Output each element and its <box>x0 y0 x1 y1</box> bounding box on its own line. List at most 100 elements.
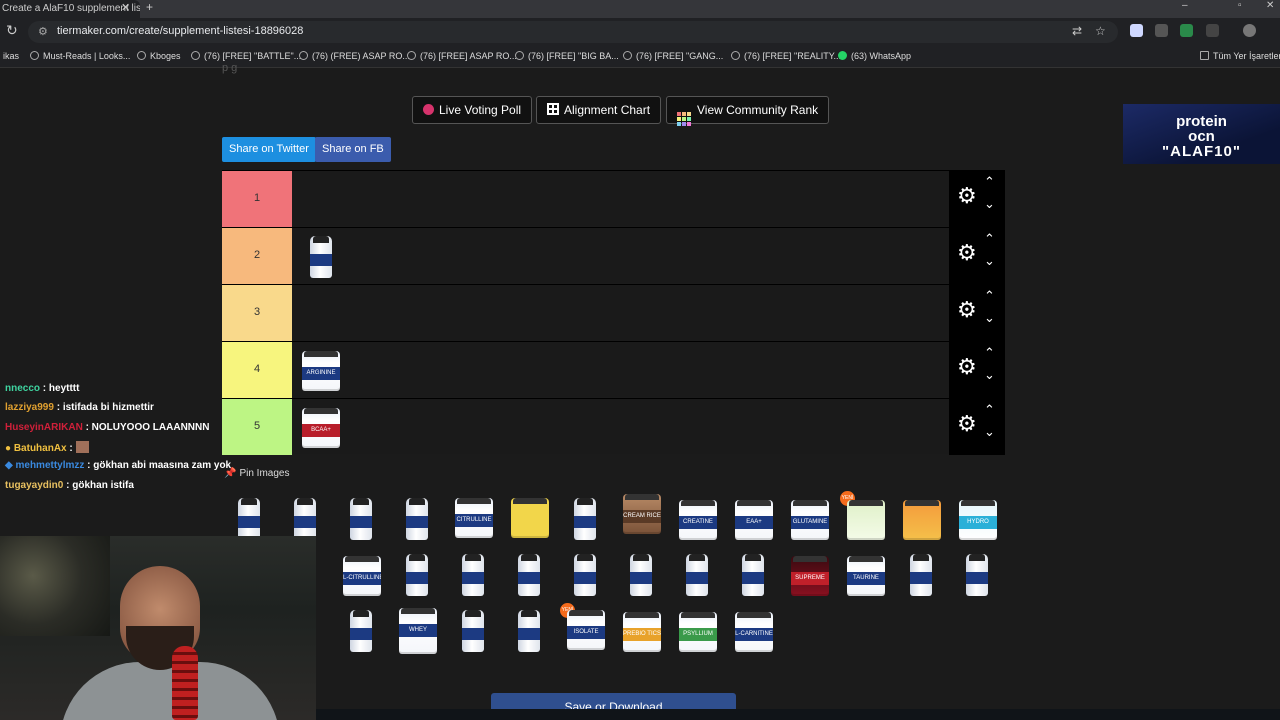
tier-label[interactable]: 3 <box>222 285 292 341</box>
product-item[interactable]: PREBIO TICS <box>623 612 661 652</box>
tier-row-4: 4 ARGININE ⚙ ⌃ ⌄ <box>222 341 1005 398</box>
minimize-icon[interactable]: – <box>1182 0 1188 11</box>
product-item[interactable] <box>574 554 596 596</box>
close-icon[interactable]: ✕ <box>121 1 130 14</box>
microphone-icon <box>172 646 198 720</box>
chevron-down-icon[interactable]: ⌄ <box>984 310 995 326</box>
gear-icon[interactable]: ⚙ <box>957 242 977 264</box>
webcam-overlay <box>0 536 316 720</box>
bookmark-item[interactable]: ikas <box>3 51 19 61</box>
view-community-rank-button[interactable]: View Community Rank <box>666 96 830 126</box>
share-facebook-button[interactable]: Share on FB <box>315 137 391 162</box>
product-item[interactable]: EAA+ <box>735 500 773 540</box>
product-item[interactable] <box>350 610 372 652</box>
gear-icon[interactable]: ⚙ <box>957 413 977 435</box>
profile-avatar-icon[interactable] <box>1243 24 1256 37</box>
product-item[interactable] <box>742 554 764 596</box>
url-text[interactable]: tiermaker.com/create/supplement-listesi-… <box>57 25 303 37</box>
badge-icon: ◆ <box>5 460 13 471</box>
live-voting-poll-button[interactable]: Live Voting Poll <box>412 96 533 124</box>
chevron-down-icon[interactable]: ⌄ <box>984 253 995 269</box>
product-item[interactable] <box>406 498 428 540</box>
reload-icon[interactable]: ↻ <box>6 22 18 39</box>
product-item[interactable] <box>462 610 484 652</box>
product-item[interactable]: CITRULLINE <box>455 498 493 538</box>
browser-tab[interactable]: Create a AlaF10 supplement list ✕ <box>0 0 140 18</box>
site-settings-icon[interactable]: ⚙ <box>38 25 48 38</box>
product-item[interactable] <box>310 236 332 278</box>
chevron-up-icon[interactable]: ⌃ <box>984 288 995 304</box>
chevron-up-icon[interactable]: ⌃ <box>984 345 995 361</box>
tier-controls: ⚙ ⌃ ⌄ <box>949 285 1005 341</box>
chevron-up-icon[interactable]: ⌃ <box>984 402 995 418</box>
product-item[interactable] <box>903 500 941 540</box>
bookmark-item[interactable]: Kboges <box>137 51 181 61</box>
product-item[interactable] <box>910 554 932 596</box>
product-item[interactable] <box>574 498 596 540</box>
bookmark-item[interactable]: (76) [FREE] "GANG... <box>623 51 723 61</box>
chevron-up-icon[interactable]: ⌃ <box>984 174 995 190</box>
product-item[interactable]: ARGININE <box>302 351 340 391</box>
extension-icon[interactable] <box>1180 24 1193 37</box>
product-item[interactable] <box>350 498 372 540</box>
tier-label[interactable]: 2 <box>222 228 292 284</box>
gear-icon[interactable]: ⚙ <box>957 299 977 321</box>
product-item[interactable]: HYDRO <box>959 500 997 540</box>
pin-images-toggle[interactable]: 📌 Pin Images <box>224 468 289 479</box>
alignment-chart-button[interactable]: Alignment Chart <box>536 96 662 124</box>
product-item[interactable] <box>686 554 708 596</box>
chevron-down-icon[interactable]: ⌄ <box>984 367 995 383</box>
product-item[interactable] <box>518 554 540 596</box>
product-item[interactable] <box>511 498 549 538</box>
tier-row-5: 5 BCAA+ ⚙ ⌃ ⌄ <box>222 398 1005 455</box>
bookmark-item[interactable]: Must-Reads | Looks... <box>30 51 130 61</box>
product-item[interactable]: L-CITRULLINE <box>343 556 381 596</box>
bookmark-item[interactable]: (63) WhatsApp <box>838 51 911 61</box>
gear-icon[interactable]: ⚙ <box>957 185 977 207</box>
gear-icon[interactable]: ⚙ <box>957 356 977 378</box>
product-item[interactable]: WHEY <box>399 608 437 654</box>
bookmark-favicon-icon <box>515 51 524 60</box>
product-item[interactable] <box>294 498 316 540</box>
product-item[interactable]: GLUTAMINE <box>791 500 829 540</box>
product-item[interactable] <box>966 554 988 596</box>
product-item[interactable]: ISOLATE <box>567 610 605 650</box>
bookmark-item[interactable]: (76) (FREE) ASAP RO... <box>299 51 410 61</box>
new-tab-icon[interactable]: + <box>146 0 153 14</box>
all-bookmarks[interactable]: Tüm Yer İşaretleri <box>1200 51 1280 61</box>
address-bar-row: ↻ ⚙ tiermaker.com/create/supplement-list… <box>0 18 1280 46</box>
bookmark-item[interactable]: (76) [FREE] "BATTLE"... <box>191 51 301 61</box>
product-item[interactable]: BCAA+ <box>302 408 340 448</box>
chevron-down-icon[interactable]: ⌄ <box>984 196 995 212</box>
tier-label[interactable]: 4 <box>222 342 292 398</box>
omnibox[interactable]: ⚙ tiermaker.com/create/supplement-listes… <box>28 21 1118 43</box>
product-item[interactable] <box>406 554 428 596</box>
chevron-down-icon[interactable]: ⌄ <box>984 424 995 440</box>
tier-label[interactable]: 1 <box>222 171 292 227</box>
product-item[interactable] <box>630 554 652 596</box>
product-item[interactable]: L-CARNITINE <box>735 612 773 652</box>
product-item[interactable] <box>847 500 885 540</box>
bookmarks-bar: ikas Must-Reads | Looks... Kboges (76) [… <box>0 46 1280 68</box>
translate-icon[interactable]: ⇄ <box>1072 24 1082 38</box>
product-item[interactable] <box>518 610 540 652</box>
extension-icon[interactable] <box>1155 24 1168 37</box>
product-item[interactable]: CREATINE <box>679 500 717 540</box>
maximize-icon[interactable]: ▫ <box>1238 0 1242 11</box>
product-item[interactable]: SUPREME <box>791 556 829 596</box>
bookmark-star-icon[interactable]: ☆ <box>1095 24 1106 38</box>
chevron-up-icon[interactable]: ⌃ <box>984 231 995 247</box>
product-item[interactable]: TAURINE <box>847 556 885 596</box>
extension-icon[interactable] <box>1130 24 1143 37</box>
bookmark-item[interactable]: (76) [FREE] ASAP RO... <box>407 51 517 61</box>
product-item[interactable]: CREAM RICE <box>623 494 661 534</box>
tier-label[interactable]: 5 <box>222 399 292 455</box>
bookmark-item[interactable]: (76) [FREE] "REALITY... <box>731 51 841 61</box>
product-item[interactable] <box>238 498 260 540</box>
share-twitter-button[interactable]: Share on Twitter <box>222 137 316 162</box>
product-item[interactable] <box>462 554 484 596</box>
window-close-icon[interactable]: ✕ <box>1266 0 1274 11</box>
extensions-puzzle-icon[interactable] <box>1206 24 1219 37</box>
bookmark-item[interactable]: (76) [FREE] "BIG BA... <box>515 51 619 61</box>
product-item[interactable]: PSYLLIUM <box>679 612 717 652</box>
